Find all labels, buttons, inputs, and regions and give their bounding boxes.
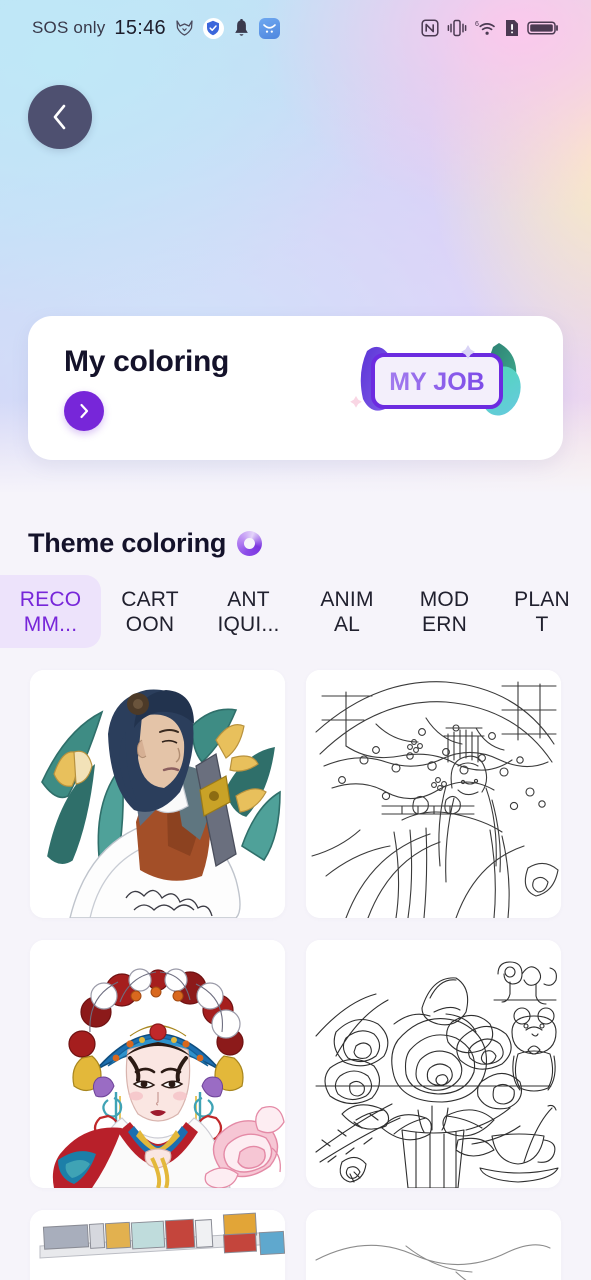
gallery-scroll-area[interactable] (0, 655, 591, 1280)
tab-cartoon-line1: CART (121, 587, 179, 611)
gallery-item-abstract-lines[interactable] (306, 1210, 561, 1280)
shield-icon (202, 17, 224, 39)
my-coloring-arrow-button[interactable] (64, 391, 104, 431)
app-root: SOS only 15:46 6 My coloring MY JOB Them… (0, 0, 591, 1280)
gallery-item-peking-opera-lady[interactable] (30, 940, 285, 1188)
category-tab-bar[interactable]: RECO MM... CART OON ANT IQUI... ANIM AL … (0, 575, 591, 648)
tab-animal-line2: AL (333, 612, 361, 636)
battery-icon (527, 21, 558, 35)
flute-girl-blossoms-art (306, 670, 561, 918)
abstract-lines-art (306, 1210, 561, 1280)
theme-coloring-title: Theme coloring (28, 528, 227, 558)
tab-plant-line1: PLAN (514, 587, 570, 611)
svg-text:6: 6 (475, 21, 479, 28)
tab-antique-line1: ANT (227, 587, 270, 611)
wolf-icon (176, 19, 193, 36)
peking-opera-lady-art (30, 940, 285, 1188)
tab-cartoon-line2: OON (125, 612, 175, 636)
tab-antique[interactable]: ANT IQUI... (199, 575, 298, 648)
my-coloring-text-block: My coloring (28, 345, 349, 431)
tab-antique-line2: IQUI... (217, 612, 280, 636)
tab-plant-line2: T (535, 612, 549, 636)
tab-recommend-line2: MM... (23, 612, 78, 636)
warrior-with-leaves-art (30, 670, 285, 918)
carrier-label: SOS only (32, 18, 106, 37)
wifi-6-icon: 6 (475, 21, 495, 35)
mail-app-icon (258, 17, 280, 39)
tab-animal[interactable]: ANIM AL (298, 575, 396, 648)
status-bar-right: 6 (421, 19, 559, 37)
my-job-artwork: MY JOB (350, 343, 521, 416)
gallery-item-rose-bouquet-teddy[interactable] (306, 940, 561, 1188)
vibrate-icon (447, 19, 467, 37)
clock-label: 15:46 (114, 16, 166, 39)
status-bar: SOS only 15:46 6 (0, 0, 591, 56)
tab-recommend-line1: RECO (19, 587, 82, 611)
rose-bouquet-teddy-art (306, 940, 561, 1188)
status-bar-left: SOS only 15:46 (32, 17, 280, 40)
tab-modern-line1: MOD (419, 587, 470, 611)
tab-recommend[interactable]: RECO MM... (0, 575, 101, 648)
chevron-right-icon (80, 403, 89, 419)
nfc-icon (421, 19, 439, 37)
my-coloring-card[interactable]: My coloring MY JOB (28, 316, 563, 460)
my-job-label: MY JOB (389, 368, 484, 396)
gallery-grid (0, 655, 591, 1280)
back-button[interactable] (28, 85, 92, 149)
bell-icon (235, 18, 248, 36)
my-coloring-title: My coloring (64, 345, 230, 378)
gallery-item-flute-girl-blossoms[interactable] (306, 670, 561, 918)
tab-modern[interactable]: MOD ERN (396, 575, 493, 648)
chevron-left-icon (53, 104, 66, 130)
theme-coloring-header: Theme coloring (28, 528, 263, 559)
girl-at-bookshelf-art (30, 1210, 285, 1280)
my-job-illustration: MY JOB (349, 333, 529, 443)
tab-animal-line1: ANIM (320, 587, 374, 611)
sim-alert-icon (506, 20, 518, 36)
tab-modern-line2: ERN (422, 612, 467, 636)
tab-plant[interactable]: PLAN T (493, 575, 591, 648)
purple-ring-icon (237, 531, 263, 556)
gallery-item-girl-at-bookshelf[interactable] (30, 1210, 285, 1280)
tab-cartoon[interactable]: CART OON (101, 575, 199, 648)
gallery-item-warrior-with-leaves[interactable] (30, 670, 285, 918)
